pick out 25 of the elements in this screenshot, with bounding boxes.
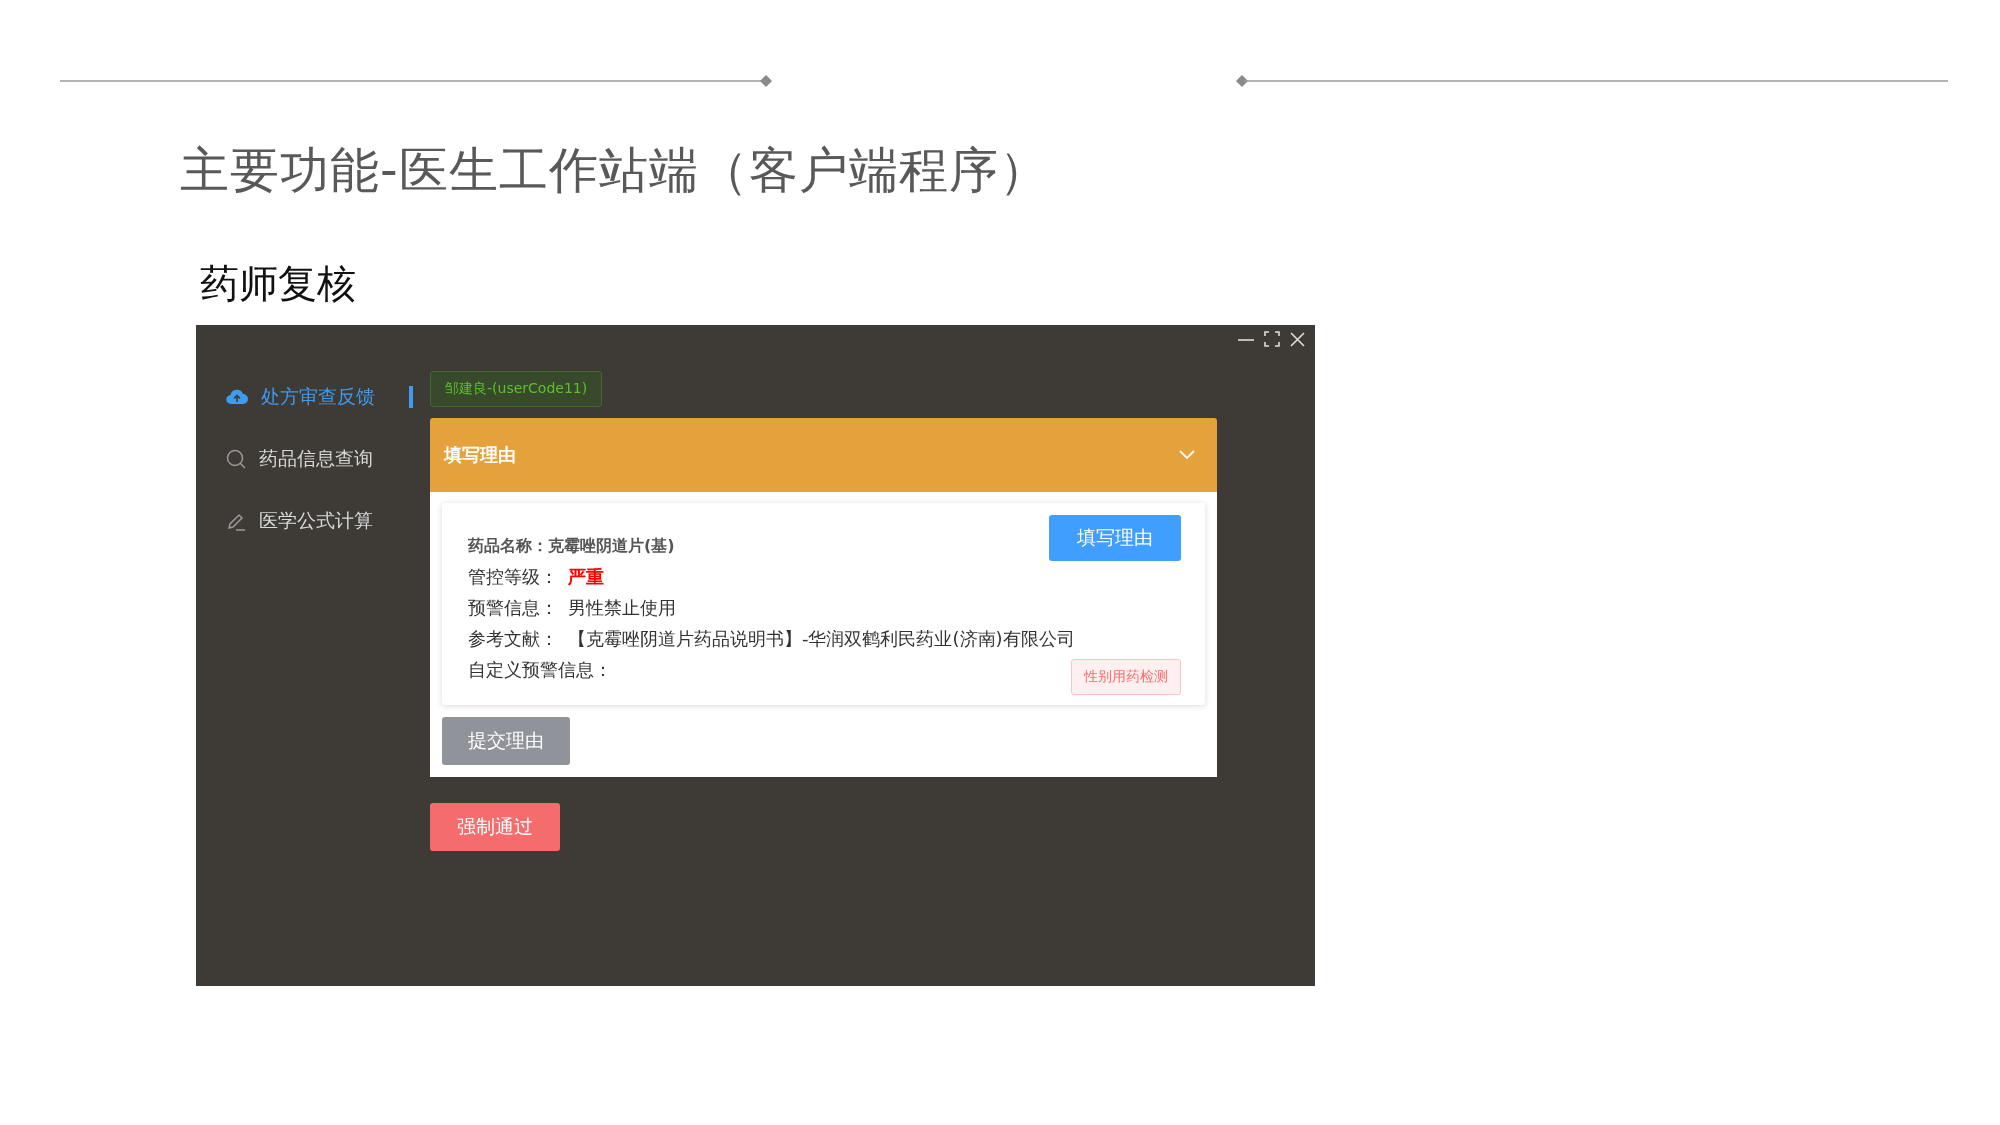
sidebar-item[interactable]: 处方审查反馈 [196,366,430,428]
search-icon [226,449,246,469]
field-label: 自定义预警信息： [468,658,612,682]
force-pass-button[interactable]: 强制通过 [430,803,560,851]
panel-title: 填写理由 [444,443,516,467]
close-icon[interactable] [1290,331,1305,347]
cloud-upload-icon [226,389,248,405]
slide-title: 主要功能-医生工作站端（客户端程序） [180,146,1050,195]
section-heading: 药师复核 [200,264,357,303]
field-label: 预警信息： [468,596,558,620]
field-value: 男性禁止使用 [568,596,676,620]
drug-name: 药品名称：克霉唑阴道片(基) [468,536,675,557]
field-value: 【克霉唑阴道片药品说明书】-华润双鹤利民药业(济南)有限公司 [568,627,1075,651]
check-tag: 性别用药检测 [1071,659,1181,695]
sidebar-item[interactable]: 药品信息查询 [196,428,430,490]
collapse-header[interactable]: 填写理由 [430,418,1217,492]
severity-value: 严重 [568,565,604,589]
field-label: 参考文献： [468,627,558,651]
sidebar-item[interactable]: 医学公式计算 [196,490,430,552]
pencil-icon [226,511,246,531]
user-tag: 邹建良-(userCode11) [430,371,603,407]
maximize-icon[interactable] [1264,331,1280,347]
fill-reason-button[interactable]: 填写理由 [1049,515,1181,561]
submit-reason-button[interactable]: 提交理由 [442,717,570,765]
field-label: 管控等级： [468,565,558,589]
